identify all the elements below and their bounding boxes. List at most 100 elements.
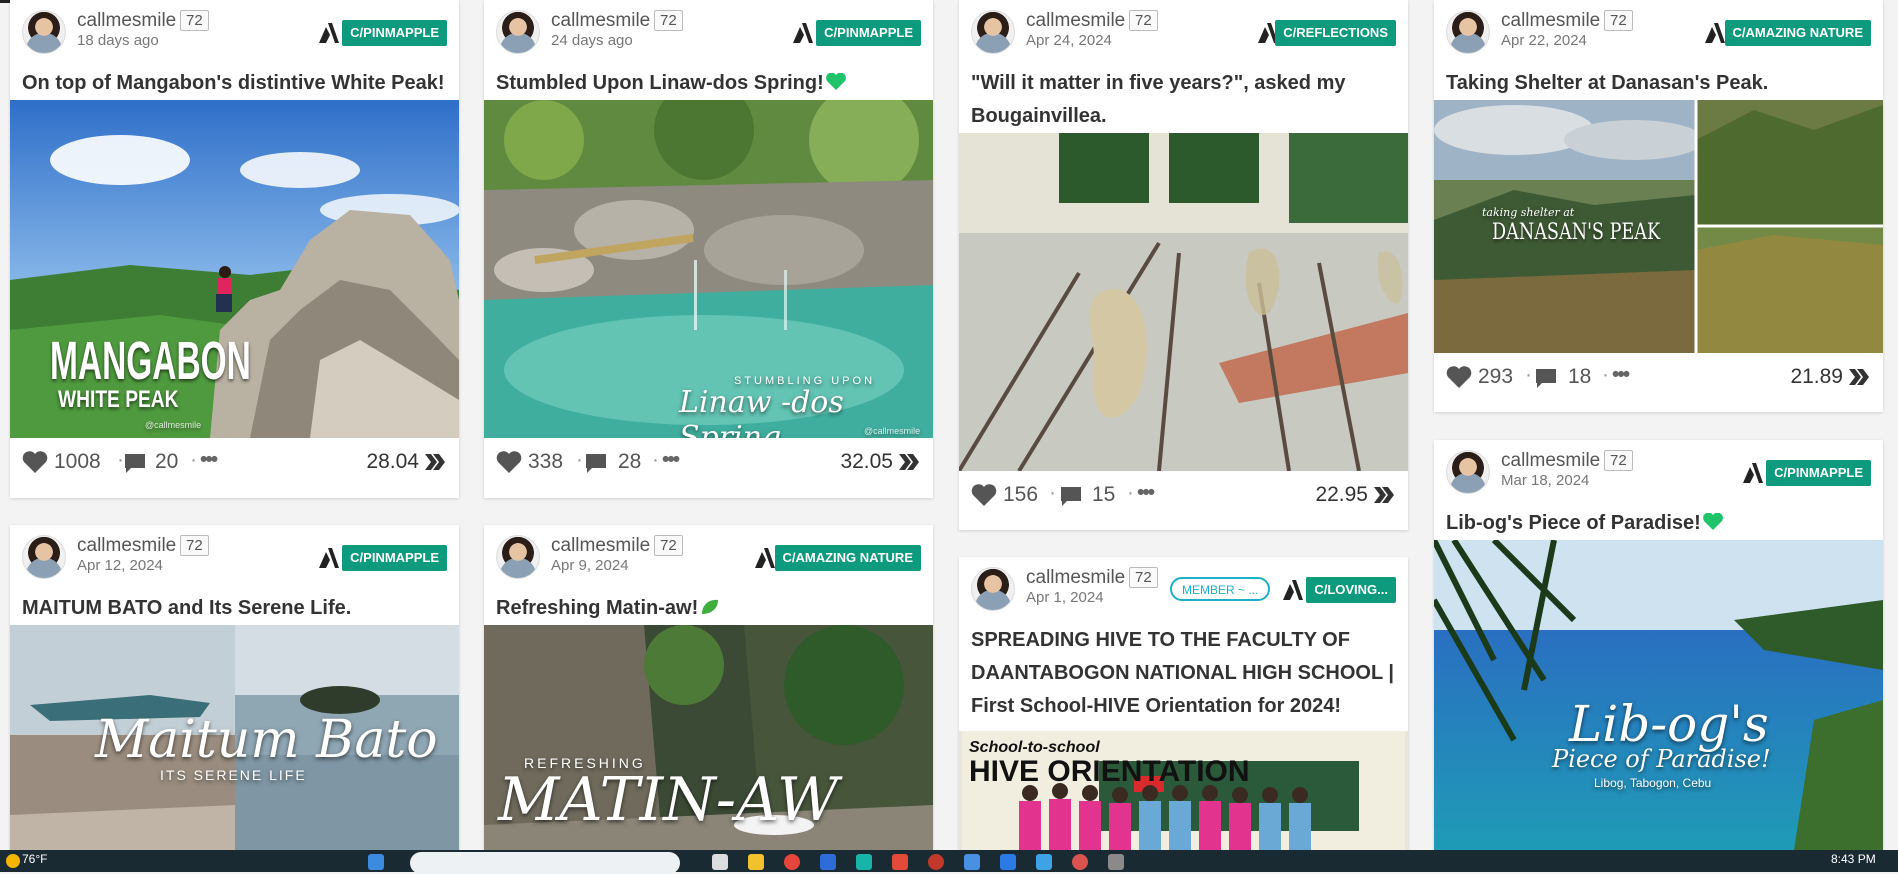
post-card[interactable]: callmesmile 72 Apr 24, 2024 C/REFLECTION…	[959, 0, 1408, 530]
post-image[interactable]: Maitum Bato ITS SERENE LIFE	[10, 625, 459, 855]
post-card[interactable]: callmesmile 72 24 days ago C/PINMAPPLE S…	[484, 0, 933, 498]
author-name[interactable]: callmesmile	[1501, 10, 1600, 32]
clock-text[interactable]: 8:43 PM	[1831, 852, 1876, 866]
avatar[interactable]	[496, 535, 540, 579]
more-icon[interactable]: •••	[1612, 363, 1630, 387]
vote-count[interactable]: 156	[1003, 483, 1038, 507]
taskbar-search[interactable]	[410, 852, 680, 874]
avatar[interactable]	[971, 567, 1015, 611]
post-card[interactable]: callmesmile 72 MEMBER ~ ... Apr 1, 2024 …	[959, 557, 1408, 857]
avatar[interactable]	[1446, 450, 1490, 494]
payout-value[interactable]: 32.05	[840, 450, 893, 474]
comment-icon[interactable]	[1059, 485, 1083, 507]
post-image[interactable]: MANGABON WHITE PEAK @callmesmile	[10, 100, 459, 438]
hive-logo-icon	[793, 23, 813, 43]
edge-icon[interactable]	[856, 854, 872, 870]
vote-count[interactable]: 338	[528, 450, 563, 474]
task-view-icon[interactable]	[712, 854, 728, 870]
payout-value[interactable]: 28.04	[366, 450, 419, 474]
post-date[interactable]: Apr 1, 2024	[1026, 589, 1104, 606]
post-date[interactable]: Apr 24, 2024	[1026, 32, 1112, 49]
more-icon[interactable]: •••	[1137, 481, 1155, 505]
post-card[interactable]: callmesmile 72 Apr 12, 2024 C/PINMAPPLE …	[10, 525, 459, 855]
comment-count[interactable]: 28	[618, 450, 641, 474]
author-name[interactable]: callmesmile	[77, 10, 176, 32]
post-title[interactable]: Taking Shelter at Danasan's Peak.	[1434, 67, 1883, 100]
avatar[interactable]	[22, 10, 66, 54]
post-title[interactable]: On top of Mangabon's distintive White Pe…	[10, 67, 459, 100]
community-tag[interactable]: C/LOVING...	[1306, 577, 1396, 603]
community-tag[interactable]: C/PINMAPPLE	[1766, 460, 1871, 486]
author-name[interactable]: callmesmile	[551, 535, 650, 557]
more-icon[interactable]: •••	[662, 448, 680, 472]
post-card[interactable]: callmesmile 72 Apr 22, 2024 C/AMAZING NA…	[1434, 0, 1883, 412]
author-name[interactable]: callmesmile	[1501, 450, 1600, 472]
post-image[interactable]: REFRESHING MATIN-AW	[484, 625, 933, 855]
post-title[interactable]: Lib-og's Piece of Paradise!	[1434, 507, 1883, 540]
weather-icon[interactable]	[6, 854, 20, 868]
avatar[interactable]	[971, 10, 1015, 54]
post-image[interactable]: School-to-school HIVE ORIENTATION	[959, 731, 1408, 851]
app-icon[interactable]	[820, 854, 836, 870]
chrome-icon[interactable]	[784, 854, 800, 870]
post-date[interactable]: 18 days ago	[77, 32, 159, 49]
app-icon[interactable]	[964, 854, 980, 870]
app-icon[interactable]	[1108, 854, 1124, 870]
post-card[interactable]: callmesmile 72 Apr 9, 2024 C/AMAZING NAT…	[484, 525, 933, 855]
reputation-badge: 72	[654, 10, 683, 31]
post-title[interactable]: MAITUM BATO and Its Serene Life.	[10, 592, 459, 625]
comment-count[interactable]: 15	[1092, 483, 1115, 507]
post-image[interactable]: taking shelter at DANASAN'S PEAK	[1434, 100, 1883, 353]
heart-icon[interactable]	[496, 450, 522, 474]
post-image[interactable]: Lib-og's Piece of Paradise! Libog, Tabog…	[1434, 540, 1883, 850]
post-title[interactable]: SPREADING HIVE TO THE FACULTY OF DAANTAB…	[959, 624, 1408, 723]
post-title[interactable]: Refreshing Matin-aw!	[484, 592, 933, 625]
more-icon[interactable]: •••	[200, 448, 218, 472]
payout-value[interactable]: 21.89	[1790, 365, 1843, 389]
app-icon[interactable]	[1072, 854, 1088, 870]
post-date[interactable]: Mar 18, 2024	[1501, 472, 1589, 489]
heart-icon[interactable]	[22, 450, 48, 474]
app-icon[interactable]	[1036, 854, 1052, 870]
author-name[interactable]: callmesmile	[77, 535, 176, 557]
post-date[interactable]: Apr 22, 2024	[1501, 32, 1587, 49]
comment-count[interactable]: 18	[1568, 365, 1591, 389]
author-name[interactable]: callmesmile	[1026, 10, 1125, 32]
vote-count[interactable]: 293	[1478, 365, 1513, 389]
app-icon[interactable]	[1000, 854, 1016, 870]
app-icon[interactable]	[892, 854, 908, 870]
community-tag[interactable]: C/PINMAPPLE	[342, 545, 447, 571]
vote-count[interactable]: 1008	[54, 450, 101, 474]
windows-start-icon[interactable]	[368, 854, 384, 870]
avatar[interactable]	[22, 535, 66, 579]
comment-icon[interactable]	[1534, 367, 1558, 389]
post-card[interactable]: callmesmile 72 Mar 18, 2024 C/PINMAPPLE …	[1434, 440, 1883, 855]
comment-icon[interactable]	[584, 452, 608, 474]
heart-icon[interactable]	[1446, 365, 1472, 389]
member-badge[interactable]: MEMBER ~ ...	[1170, 577, 1271, 601]
author-name[interactable]: callmesmile	[551, 10, 650, 32]
author-name[interactable]: callmesmile	[1026, 567, 1125, 589]
post-date[interactable]: Apr 9, 2024	[551, 557, 629, 574]
file-explorer-icon[interactable]	[748, 854, 764, 870]
community-tag[interactable]: C/AMAZING NATURE	[1724, 20, 1871, 46]
community-tag[interactable]: C/PINMAPPLE	[342, 20, 447, 46]
post-date[interactable]: Apr 12, 2024	[77, 557, 163, 574]
post-image[interactable]: STUMBLING UPON Linaw -dos Spring @callme…	[484, 100, 933, 438]
community-tag[interactable]: C/PINMAPPLE	[816, 20, 921, 46]
post-card[interactable]: callmesmile 72 18 days ago C/PINMAPPLE O…	[10, 0, 459, 498]
avatar[interactable]	[1446, 10, 1490, 54]
community-tag[interactable]: C/REFLECTIONS	[1275, 20, 1396, 46]
post-image[interactable]	[959, 133, 1408, 471]
payout-value[interactable]: 22.95	[1315, 483, 1368, 507]
comment-count[interactable]: 20	[155, 450, 178, 474]
comment-icon[interactable]	[123, 452, 147, 474]
community-tag[interactable]: C/AMAZING NATURE	[774, 545, 921, 571]
avatar[interactable]	[496, 10, 540, 54]
post-title[interactable]: Stumbled Upon Linaw-dos Spring!	[484, 67, 933, 100]
post-title[interactable]: "Will it matter in five years?", asked m…	[959, 67, 1408, 133]
weather-text[interactable]: 76°F	[22, 852, 47, 866]
post-date[interactable]: 24 days ago	[551, 32, 633, 49]
app-icon[interactable]	[928, 854, 944, 870]
heart-icon[interactable]	[971, 483, 997, 507]
